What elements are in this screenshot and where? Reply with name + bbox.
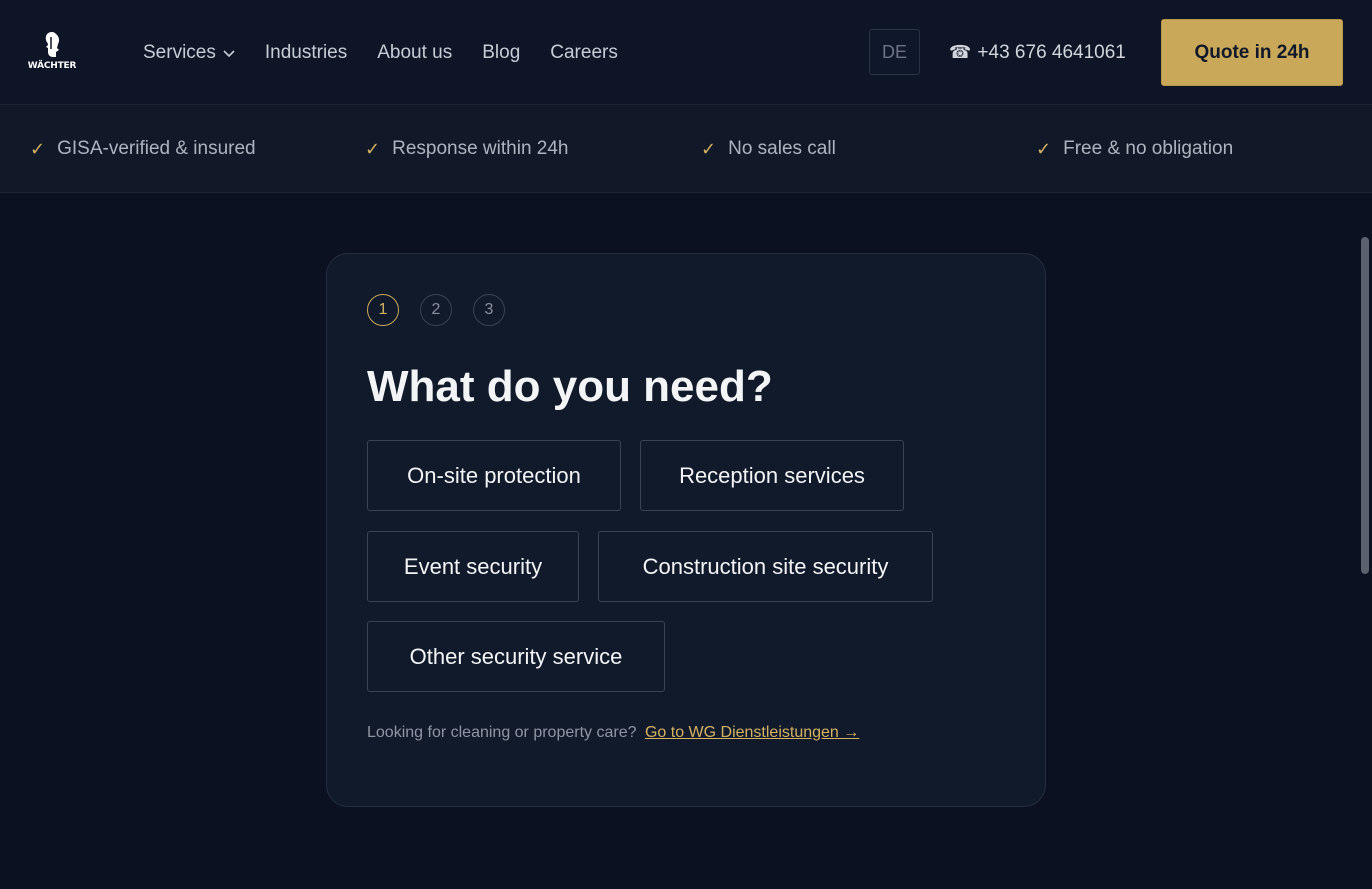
step-indicator: 1 2 3	[367, 294, 526, 326]
trust-item-label: No sales call	[728, 138, 836, 159]
scrollbar-thumb[interactable]	[1361, 237, 1369, 574]
phone-number: +43 676 4641061	[977, 41, 1126, 63]
check-icon: ✓	[1036, 138, 1052, 159]
wizard-title: What do you need?	[367, 362, 773, 411]
trust-item: ✓ GISA-verified & insured	[30, 105, 256, 193]
trust-bar: ✓ GISA-verified & insured ✓ Response wit…	[0, 105, 1372, 193]
option-on-site-protection[interactable]: On-site protection	[367, 440, 621, 511]
page: WÄCHTER Services Industries About us Blo…	[0, 0, 1372, 889]
site-header: WÄCHTER Services Industries About us Blo…	[0, 0, 1372, 105]
nav-item-services[interactable]: Services	[143, 42, 235, 64]
check-icon: ✓	[365, 138, 381, 159]
step-3[interactable]: 3	[473, 294, 505, 326]
nav-item-label: Services	[143, 41, 216, 63]
trust-item: ✓ Response within 24h	[365, 105, 568, 193]
language-switch-button[interactable]: DE	[869, 29, 920, 75]
nav-item-blog[interactable]: Blog	[482, 42, 520, 64]
nav-item-careers[interactable]: Careers	[550, 42, 618, 64]
trust-item-label: GISA-verified & insured	[57, 138, 256, 159]
step-2[interactable]: 2	[420, 294, 452, 326]
check-icon: ✓	[701, 138, 717, 159]
step-1[interactable]: 1	[367, 294, 399, 326]
check-icon: ✓	[30, 138, 46, 159]
quote-wizard-card: 1 2 3 What do you need? On-site protecti…	[326, 253, 1046, 807]
trust-item-label: Free & no obligation	[1063, 138, 1234, 159]
trust-item-label: Response within 24h	[392, 138, 569, 159]
wg-dienstleistungen-link[interactable]: Go to WG Dienstleistungen →	[645, 724, 859, 741]
option-reception-services[interactable]: Reception services	[640, 440, 904, 511]
phone-icon: ☎	[949, 42, 972, 62]
trust-item: ✓ Free & no obligation	[1036, 105, 1233, 193]
quote-button[interactable]: Quote in 24h	[1161, 19, 1343, 86]
chevron-down-icon	[223, 42, 235, 64]
main-nav: Services Industries About us Blog Career…	[143, 0, 648, 105]
option-event-security[interactable]: Event security	[367, 531, 579, 602]
trust-item: ✓ No sales call	[701, 105, 836, 193]
cleaning-footnote: Looking for cleaning or property care? G…	[367, 724, 859, 742]
nav-item-industries[interactable]: Industries	[265, 42, 347, 64]
phone-link[interactable]: ☎ +43 676 4641061	[949, 0, 1126, 105]
logo-text: WÄCHTER	[27, 61, 77, 71]
nav-item-about-us[interactable]: About us	[377, 42, 452, 64]
brand-logo[interactable]: WÄCHTER	[28, 30, 76, 74]
guard-silhouette-icon	[45, 32, 60, 57]
option-other-security-service[interactable]: Other security service	[367, 621, 665, 692]
footnote-text: Looking for cleaning or property care?	[367, 724, 637, 741]
option-construction-site-security[interactable]: Construction site security	[598, 531, 933, 602]
